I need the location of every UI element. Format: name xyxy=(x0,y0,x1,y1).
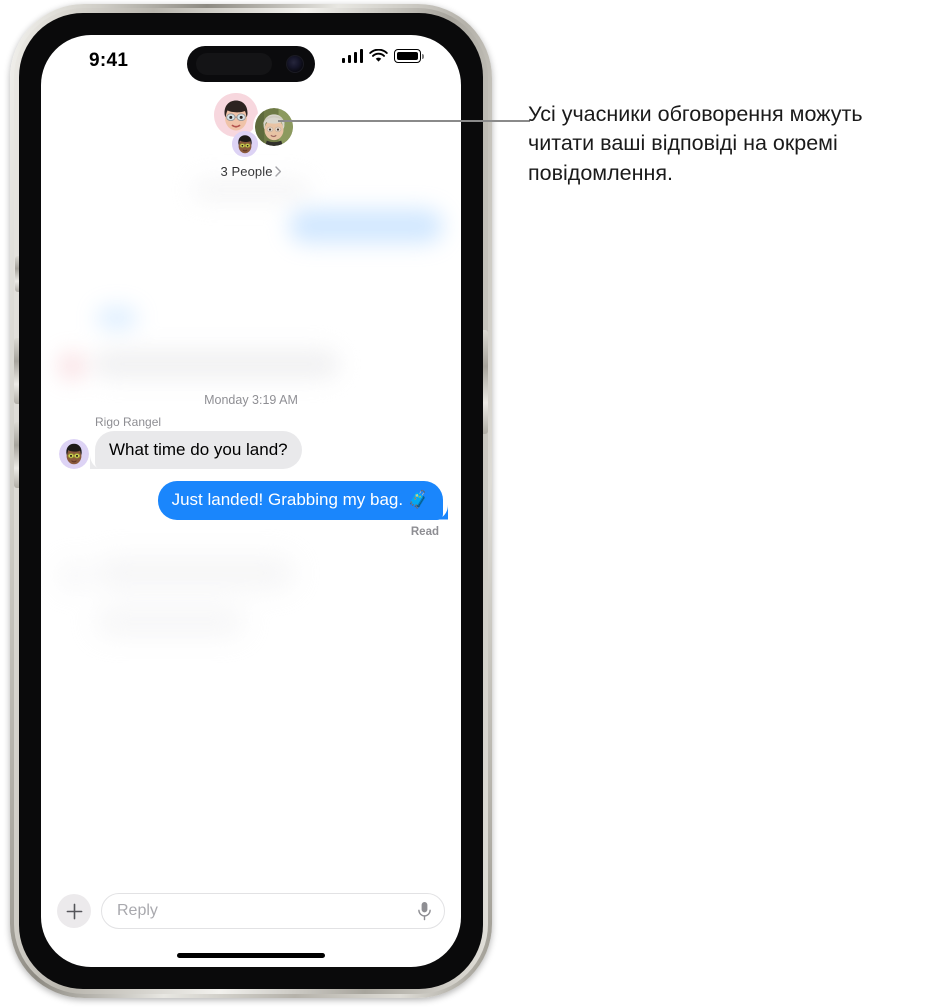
microphone-icon[interactable] xyxy=(417,901,432,921)
reply-placeholder: Reply xyxy=(117,902,158,919)
wifi-icon xyxy=(369,49,388,62)
blurred-earlier-messages-top xyxy=(41,163,461,379)
memoji-avatar-pink[interactable] xyxy=(214,93,258,137)
message-bubble-outgoing[interactable]: Just landed! Grabbing my bag. 🧳 xyxy=(157,481,443,520)
memoji-avatar-purple[interactable] xyxy=(232,131,258,157)
callout-leader-line xyxy=(278,120,530,122)
phone-screen: 9:41 3 People Monday 3:19 AM Rigo Rangel… xyxy=(41,35,461,967)
status-bar-time: 9:41 xyxy=(89,50,129,71)
signal-bars-icon xyxy=(341,49,363,63)
screenshot-canvas: 9:41 3 People Monday 3:19 AM Rigo Rangel… xyxy=(0,0,928,1008)
memoji-avatar-purple[interactable] xyxy=(59,439,89,470)
message-input-bar[interactable]: Reply xyxy=(41,893,461,929)
participant-avatar-cluster[interactable] xyxy=(196,93,306,161)
plus-icon xyxy=(66,903,82,919)
status-bar: 9:41 xyxy=(41,35,461,95)
device-bezel: 9:41 3 People Monday 3:19 AM Rigo Rangel… xyxy=(19,13,483,989)
photo-avatar[interactable] xyxy=(253,106,295,148)
dynamic-island xyxy=(187,46,315,82)
reply-input-field[interactable]: Reply xyxy=(101,893,445,929)
blurred-later-messages xyxy=(41,538,461,636)
callout-text: Усі учасники обговорення можуть читати в… xyxy=(528,102,863,185)
status-bar-indicators xyxy=(341,49,424,63)
message-list[interactable]: Monday 3:19 AM Rigo Rangel What time do … xyxy=(41,163,461,875)
iphone-device-frame: 9:41 3 People Monday 3:19 AM Rigo Rangel… xyxy=(10,4,492,998)
message-bubble-incoming[interactable]: What time do you land? xyxy=(95,431,302,470)
battery-full-icon xyxy=(394,49,424,63)
delivery-status-badge: Read xyxy=(410,525,439,538)
home-indicator[interactable] xyxy=(177,952,325,958)
dynamic-island-pill xyxy=(196,53,272,75)
sender-name: Rigo Rangel xyxy=(95,415,162,429)
message-timestamp: Monday 3:19 AM xyxy=(204,393,298,407)
front-camera-icon xyxy=(286,55,304,73)
add-attachment-button[interactable] xyxy=(57,894,91,928)
message-row-incoming[interactable]: What time do you land? xyxy=(41,431,461,470)
message-row-outgoing[interactable]: Just landed! Grabbing my bag. 🧳 xyxy=(41,481,461,520)
